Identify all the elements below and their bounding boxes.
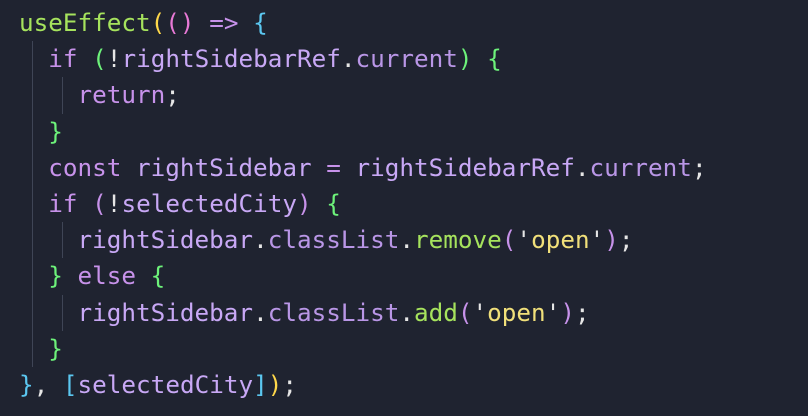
token-dot: . [253,225,268,255]
token-return: return [77,80,166,110]
code-line-8: } else { [0,258,808,295]
token-property: current [355,44,458,74]
indent-guide [62,77,63,114]
token-if: if [48,44,78,74]
token-semicolon: ; [618,225,634,255]
token-paren: ( [501,225,517,255]
token-quote: ' [472,297,488,327]
token-identifier: rightSidebarRef [355,152,575,182]
code-editor[interactable]: useEffect(() => { if (!rightSidebarRef.c… [0,0,808,416]
token-brace: } [48,261,63,291]
code-line-3: return; [0,77,808,114]
indent-guide [32,77,33,114]
token-arrow: => [194,8,254,37]
token-semicolon: ; [574,297,590,327]
indent-guide [32,185,33,223]
token-paren: ( [77,188,107,218]
token-paren: ) [560,297,575,327]
token-string: open [487,297,546,327]
code-line-2: if (!rightSidebarRef.current) { [0,41,808,78]
code-line-4: } [0,113,808,150]
indent-guide [32,222,33,259]
token-property: current [589,152,692,182]
indent-guide [62,222,63,259]
code-line-7: rightSidebar.classList.remove('open'); [0,222,808,259]
token-semicolon: ; [282,369,298,399]
code-line-6: if (!selectedCity) { [0,185,808,223]
token-dot: . [574,152,590,182]
code-line-1: useEffect(() => { [0,5,808,41]
token-identifier: rightSidebar [121,152,312,182]
token-paren: ) [296,188,312,218]
token-brace: } [48,333,63,363]
token-if: if [48,188,78,218]
token-paren: ( [150,8,166,37]
token-semicolon: ; [165,80,180,110]
token-identifier: rightSidebar [77,225,254,255]
token-not: ! [106,44,122,74]
token-dot: . [253,297,268,327]
token-arrow-params: () [165,8,195,37]
indent-guide [32,149,33,186]
token-string: open [531,225,590,255]
token-equals: = [311,152,356,182]
code-line-5: const rightSidebar = rightSidebarRef.cur… [0,149,808,186]
token-brace: } [48,116,63,146]
indent-guide [32,330,33,367]
token-property: classList [267,225,400,255]
token-paren: ) [604,225,619,255]
token-quote: ' [516,225,532,255]
indent-guide [32,41,33,78]
token-identifier: rightSidebarRef [121,44,341,74]
token-paren: ( [77,44,107,74]
token-useeffect: useEffect [19,8,151,37]
token-identifier: selectedCity [77,369,254,399]
token-quote: ' [589,225,605,255]
indent-guide [32,294,33,331]
token-bracket: [ [62,369,78,399]
token-property: classList [267,297,400,327]
token-brace: { [311,188,341,218]
token-quote: ' [545,297,561,327]
token-method: add [414,297,458,327]
token-method: remove [414,225,502,255]
indent-guide [62,294,63,331]
token-const: const [48,152,122,182]
token-semicolon: ; [691,152,707,182]
token-dot: . [340,44,356,74]
token-brace: } [19,369,34,399]
token-identifier: selectedCity [121,188,297,218]
token-paren: ( [457,297,473,327]
token-brace: { [472,44,502,74]
token-brace: { [253,8,268,37]
token-dot: . [399,225,414,255]
token-brace: { [136,261,166,291]
indent-guide [32,258,33,295]
token-dot: . [399,297,414,327]
token-else: else [62,261,137,291]
token-paren: ) [267,369,283,399]
indent-guide [32,113,33,150]
code-line-9: rightSidebar.classList.add('open'); [0,294,808,331]
token-bracket: ] [253,369,268,399]
code-line-11: }, [selectedCity]); [0,367,808,403]
token-identifier: rightSidebar [77,297,254,327]
token-not: ! [106,188,122,218]
code-line-10: } [0,330,808,367]
token-comma: , [33,369,63,399]
token-paren: ) [457,44,473,74]
